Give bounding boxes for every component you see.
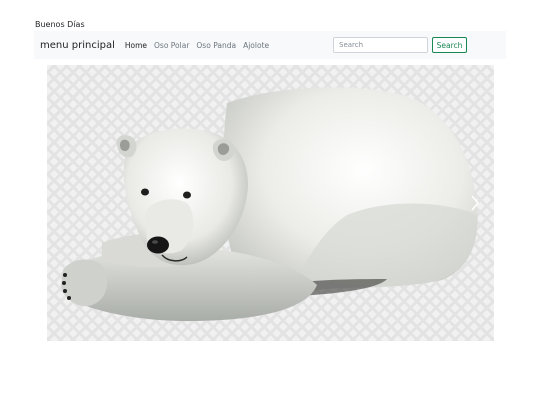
nav-link-ajolote[interactable]: Ajolote	[243, 41, 269, 50]
greeting-text: Buenos Días	[35, 20, 85, 29]
search-input[interactable]	[333, 37, 428, 53]
search-form: Search	[333, 37, 467, 53]
search-button[interactable]: Search	[432, 37, 467, 53]
nav-link-oso-polar[interactable]: Oso Polar	[154, 41, 189, 50]
chevron-right-icon[interactable]	[464, 183, 486, 223]
navbar: menu principal Home Oso Polar Oso Panda …	[34, 31, 506, 59]
image-carousel	[47, 65, 494, 341]
nav-link-home[interactable]: Home	[125, 41, 147, 50]
nav-links: Home Oso Polar Oso Panda Ajolote	[125, 41, 276, 50]
nav-link-oso-panda[interactable]: Oso Panda	[196, 41, 236, 50]
polar-bear-image	[61, 87, 478, 322]
navbar-brand[interactable]: menu principal	[40, 40, 115, 51]
